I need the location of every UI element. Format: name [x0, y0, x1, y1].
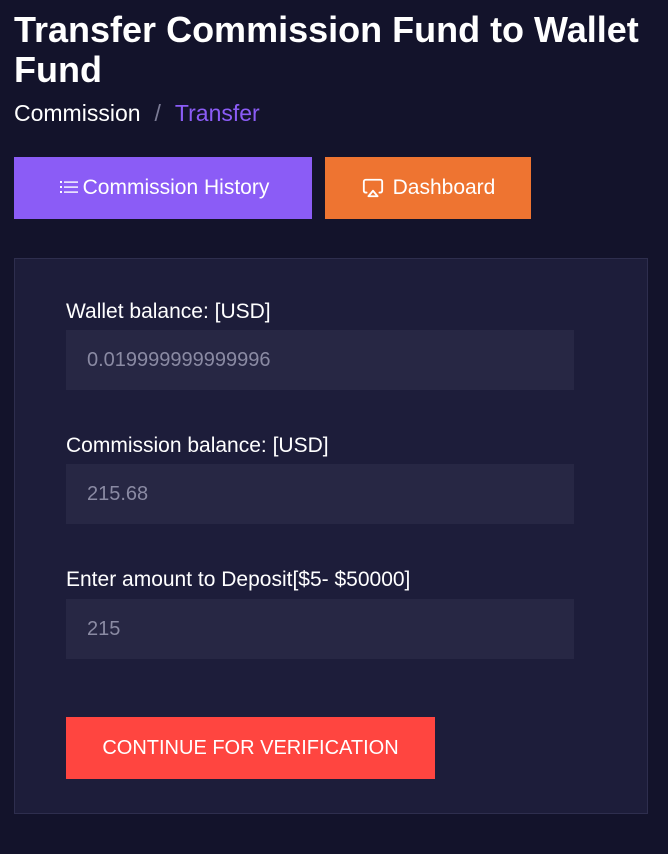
breadcrumb-commission[interactable]: Commission	[14, 98, 141, 128]
continue-verification-button[interactable]: CONTINUE FOR VERIFICATION	[66, 717, 435, 779]
airplay-icon	[361, 176, 385, 200]
commission-history-button[interactable]: Commission History	[14, 157, 312, 219]
dashboard-label: Dashboard	[392, 176, 496, 199]
breadcrumb-separator: /	[154, 100, 161, 126]
deposit-amount-field[interactable]	[66, 599, 574, 659]
list-icon	[57, 176, 81, 200]
wallet-balance-label: Wallet balance: [USD]	[66, 300, 271, 323]
commission-history-label: Commission History	[82, 176, 270, 199]
page: Transfer Commission Fund to Wallet Fund …	[0, 0, 668, 854]
dashboard-button[interactable]: Dashboard	[325, 157, 531, 219]
commission-balance-label: Commission balance: [USD]	[66, 434, 329, 457]
page-title: Transfer Commission Fund to Wallet Fund	[14, 9, 639, 90]
commission-balance-field[interactable]	[66, 464, 574, 524]
transfer-form-card: Wallet balance: [USD] Commission balance…	[14, 258, 648, 814]
deposit-amount-label: Enter amount to Deposit[$5- $50000]	[66, 568, 411, 591]
breadcrumb: Commission / Transfer	[14, 98, 260, 128]
wallet-balance-field[interactable]	[66, 330, 574, 390]
breadcrumb-transfer: Transfer	[174, 100, 260, 126]
